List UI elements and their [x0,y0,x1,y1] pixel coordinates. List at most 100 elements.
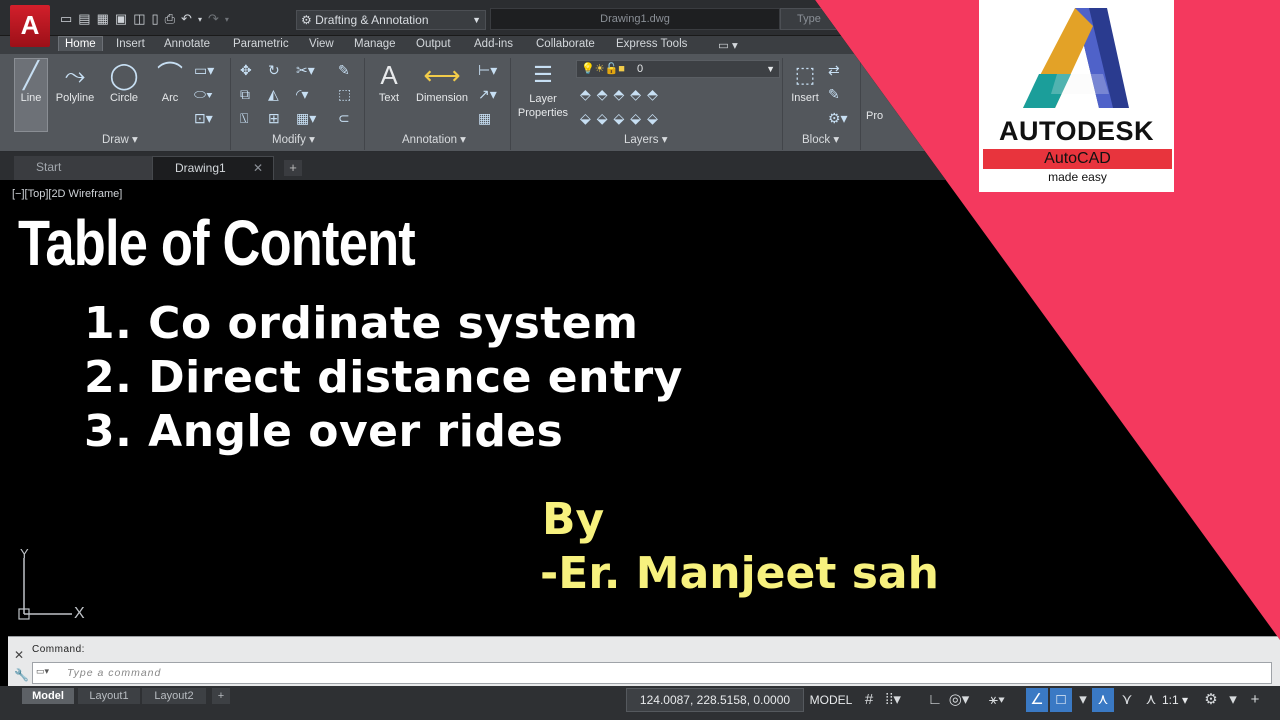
tab-view[interactable]: View [303,37,340,51]
insert-label: Insert [791,92,819,104]
create-block-icon[interactable]: ⇄ [828,62,840,79]
print-icon[interactable]: ⎙ [165,11,175,27]
web-icon[interactable]: ◫ [133,11,145,27]
workspace-selector[interactable]: ⚙ Drafting & Annotation ▼ [296,10,486,30]
rectangle-icon[interactable]: ▭▾ [194,62,214,79]
linear-dim-icon[interactable]: ⊢▾ [478,62,497,79]
insert-tool[interactable]: ⬚ Insert [786,60,824,104]
line-tool[interactable]: ╱ Line [12,60,50,104]
layer-tools-row-1-icon[interactable]: ⬘⬘⬘⬘⬘ [580,86,664,103]
tab-parametric[interactable]: Parametric [227,37,295,51]
circle-icon: ◯ [109,60,139,90]
offset-icon[interactable]: ⊂ [338,110,350,127]
save-icon[interactable]: ▦ [97,11,109,27]
rotate-icon[interactable]: ↻ [268,62,280,79]
viewport-controls[interactable]: [−][Top][2D Wireframe] [12,188,122,200]
scale-icon[interactable]: ⊞ [268,110,280,127]
tab-annotate[interactable]: Annotate [158,37,216,51]
new-tab-button[interactable]: + [284,160,302,176]
grid-icon[interactable]: # [858,688,880,712]
tab-start[interactable]: Start [14,156,152,180]
command-input[interactable]: Type a command [32,662,1272,684]
edit-block-icon[interactable]: ✎ [828,86,840,103]
gear-icon[interactable]: ⚙ [1200,688,1222,712]
tab-manage[interactable]: Manage [348,37,402,51]
add-layout-button[interactable]: + [212,688,230,704]
plus-icon[interactable]: + [1244,688,1266,712]
hatch-icon[interactable]: ⬭▾ [194,86,213,103]
snap-icon[interactable]: ⁞⁞▾ [882,688,904,712]
new-icon[interactable]: ▭ [60,11,72,27]
mobile-icon[interactable]: ▯ [151,11,158,27]
quick-access-toolbar: ▭ ▤ ▦ ▣ ◫ ▯ ⎙ ↶ ▾ ↷ ▾ [60,10,229,28]
panel-label-modify[interactable]: Modify ▾ [272,132,315,146]
layer-properties-tool[interactable]: ☰ Layer Properties [514,60,572,120]
panel-divider [860,58,861,150]
tab-collaborate[interactable]: Collaborate [530,37,601,51]
tab-model[interactable]: Model [22,688,74,704]
layer-tools-row-2-icon[interactable]: ⬙⬙⬙⬙⬙ [580,110,664,127]
table-icon[interactable]: ▦ [478,110,491,127]
dimension-tool[interactable]: ⟷ Dimension [410,60,474,104]
polar-icon[interactable]: ◎▾ [948,688,970,712]
redo-icon[interactable]: ↷ [208,11,219,27]
text-tool[interactable]: A Text [370,60,408,104]
panel-label-block[interactable]: Block ▾ [802,132,839,146]
object-snap-tracking-icon[interactable]: ∠ [1026,688,1048,712]
erase-icon[interactable]: ✎ [338,62,350,79]
tab-insert[interactable]: Insert [110,37,151,51]
annotation-scale-selector[interactable]: 1:1 ▾ [1162,688,1188,712]
panel-label-layers[interactable]: Layers ▾ [624,132,667,146]
tab-layout2[interactable]: Layout2 [142,688,206,704]
ucs-x-label: X [74,605,85,622]
tab-drawing1-label: Drawing1 [175,161,226,175]
fillet-icon[interactable]: ◜▾ [296,86,308,103]
tab-output[interactable]: Output [410,37,457,51]
tab-express-tools[interactable]: Express Tools [610,37,693,51]
model-space-button[interactable]: MODEL [806,688,856,712]
panel-label-annotation[interactable]: Annotation ▾ [402,132,466,146]
tab-drawing1[interactable]: Drawing1 ✕ [152,156,274,180]
coordinate-readout[interactable]: 124.0087, 228.5158, 0.0000 [626,688,804,712]
circle-tool[interactable]: ◯ Circle [104,60,144,104]
boundary-icon[interactable]: ⊡▾ [194,110,213,127]
properties-tool-truncated[interactable]: Pro [866,110,883,122]
command-prompt-icon[interactable]: ▭▾ [36,666,49,677]
undo-dropdown-icon[interactable]: ▾ [198,15,202,24]
panel-label-draw[interactable]: Draw ▾ [102,132,138,146]
array-icon[interactable]: ▦▾ [296,110,316,127]
move-icon[interactable]: ✥ [240,62,252,79]
arc-tool[interactable]: ⌒ Arc [152,60,188,104]
trim-icon[interactable]: ✂▾ [296,62,315,79]
close-icon[interactable]: ✕ [14,648,24,662]
tab-add-ins[interactable]: Add-ins [468,37,519,51]
ortho-icon[interactable]: ∟ [924,688,946,712]
redo-dropdown-icon[interactable]: ▾ [225,15,229,24]
tab-layout1[interactable]: Layout1 [78,688,140,704]
annotation-scale-icon[interactable]: ⋏ [1140,688,1162,712]
wrench-icon[interactable]: 🔧 [14,668,29,682]
polyline-tool[interactable]: ⤳ Polyline [52,60,98,104]
auto-scale-icon[interactable]: ⋎ [1116,688,1138,712]
undo-icon[interactable]: ↶ [181,11,192,27]
block-attribute-icon[interactable]: ⚙▾ [828,110,848,127]
tab-home[interactable]: Home [58,36,103,51]
ribbon-options-icon[interactable]: ▭ ▾ [712,37,744,53]
object-snap-icon[interactable]: □ [1050,688,1072,712]
save-as-icon[interactable]: ▣ [115,11,127,27]
application-menu-button[interactable]: A [10,5,50,47]
leader-icon[interactable]: ↗▾ [478,86,497,103]
annotation-visibility-icon[interactable]: ⋏ [1092,688,1114,712]
product-name: AutoCAD [983,149,1172,169]
stretch-icon[interactable]: ⍂ [240,110,248,127]
layer-dropdown[interactable]: 💡☀🔓■ 0 ▼ [576,60,780,78]
isodraft-icon[interactable]: ⚹▾ [986,688,1008,712]
copy-icon[interactable]: ⧉ [240,86,250,103]
close-icon[interactable]: ✕ [253,157,263,179]
mirror-icon[interactable]: ◭ [268,86,279,103]
open-icon[interactable]: ▤ [78,11,90,27]
object-snap-dropdown-icon[interactable]: ▾ [1072,688,1094,712]
customize-dropdown-icon[interactable]: ▾ [1222,688,1244,712]
ucs-y-label: Y [20,546,29,561]
explode-icon[interactable]: ⬚ [338,86,351,103]
